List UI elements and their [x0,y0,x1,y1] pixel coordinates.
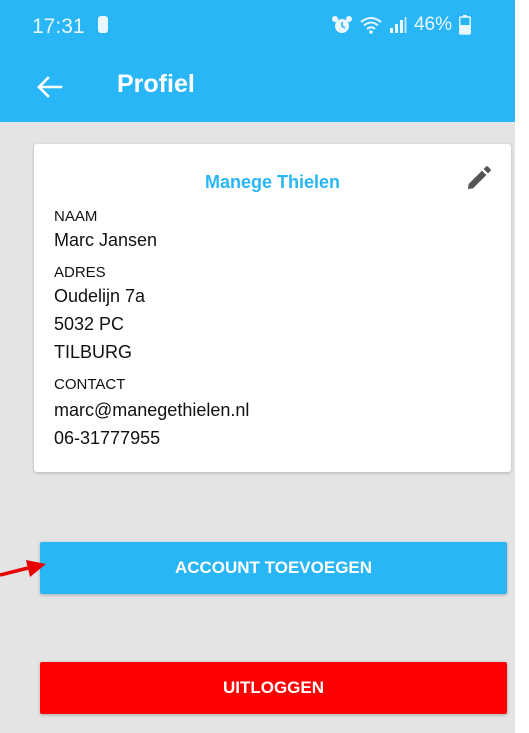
page-title: Profiel [117,70,195,98]
contact-email[interactable]: marc@manegethielen.nl [54,400,249,421]
address-street: Oudelijn 7a [54,286,146,306]
phone-screen: 17:31 46% Profiel Manege Thielen NAAM Ma… [0,0,515,733]
logout-button[interactable]: UITLOGGEN [40,662,507,714]
profile-card: Manege Thielen NAAM Marc Jansen ADRES Ou… [34,144,511,472]
name-value: Marc Jansen [54,230,158,250]
add-account-button[interactable]: ACCOUNT TOEVOEGEN [40,542,507,594]
status-bar: 17:31 46% [0,0,515,52]
battery-icon [459,15,471,35]
alarm-icon [331,16,352,33]
contact-label: CONTACT [54,376,126,393]
profile-title: Manege Thielen [204,172,341,192]
address-postcode: 5032 PC [54,314,125,334]
contact-phone[interactable]: 06-31777955 [54,428,160,449]
sim-icon [98,16,108,33]
address-label: ADRES [54,264,106,281]
address-city: TILBURG [54,342,133,362]
signal-icon [389,17,407,33]
annotation-arrow-icon [0,560,46,577]
app-bar: Profiel [0,52,515,122]
status-time: 17:31 [32,15,85,38]
status-icons: 46% [331,14,471,36]
name-label: NAAM [54,208,98,225]
wifi-icon [360,17,382,34]
arrow-left-icon[interactable] [34,72,64,102]
battery-percent: 46% [413,14,452,35]
pencil-icon[interactable] [464,165,492,193]
